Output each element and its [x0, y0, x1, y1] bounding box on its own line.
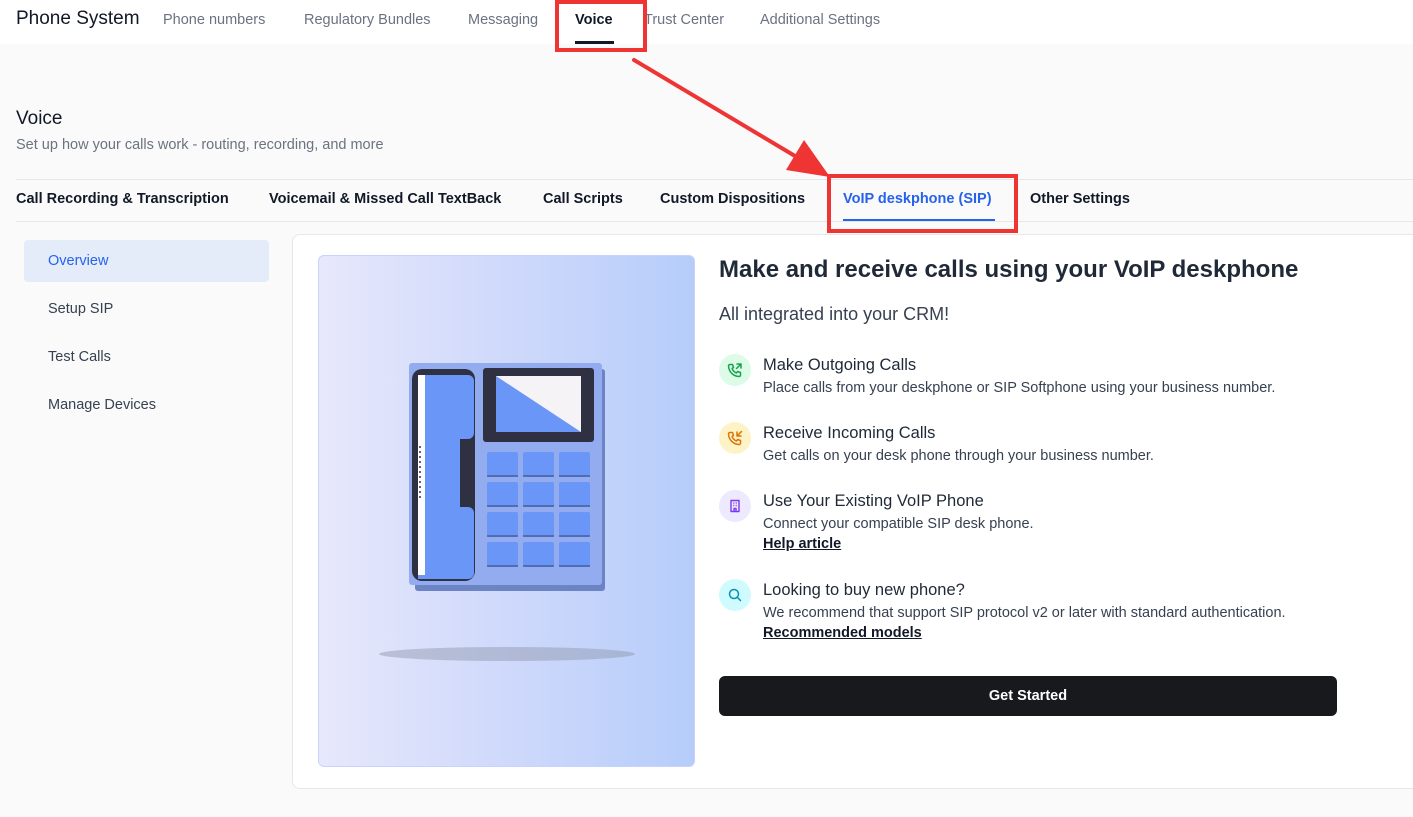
get-started-button[interactable]: Get Started [719, 676, 1337, 716]
phone-incoming-icon [719, 422, 751, 454]
divider [16, 221, 1413, 222]
deskphone-illustration [318, 255, 695, 767]
card-heading: Make and receive calls using your VoIP d… [719, 256, 1299, 283]
feature-description: Connect your compatible SIP desk phone. [763, 516, 1034, 532]
feature-description: Place calls from your deskphone or SIP S… [763, 380, 1276, 396]
tab-call-scripts[interactable]: Call Scripts [543, 191, 623, 207]
tab-call-recording[interactable]: Call Recording & Transcription [16, 191, 229, 207]
sidebar-item-label: Test Calls [48, 349, 111, 365]
feature-title: Use Your Existing VoIP Phone [763, 492, 984, 510]
sidebar-item-label: Manage Devices [48, 397, 156, 413]
topnav-trust-center[interactable]: Trust Center [644, 12, 724, 28]
sidebar-item-test-calls[interactable]: Test Calls [24, 336, 269, 378]
tab-other-settings[interactable]: Other Settings [1030, 191, 1130, 207]
topnav-additional-settings[interactable]: Additional Settings [760, 12, 880, 28]
card-subheading: All integrated into your CRM! [719, 304, 950, 324]
page-title: Voice [16, 108, 63, 129]
deskphone-icon [379, 363, 635, 661]
feature-description: Get calls on your desk phone through you… [763, 448, 1154, 464]
topnav-phone-numbers[interactable]: Phone numbers [163, 12, 265, 28]
top-navigation: Phone System Phone numbers Regulatory Bu… [0, 0, 1413, 44]
feature-title: Receive Incoming Calls [763, 424, 936, 442]
feature-title: Make Outgoing Calls [763, 356, 917, 374]
feature-title: Looking to buy new phone? [763, 581, 965, 599]
feature-description: We recommend that support SIP protocol v… [763, 605, 1286, 621]
tab-custom-dispositions[interactable]: Custom Dispositions [660, 191, 805, 207]
building-icon [719, 490, 751, 522]
active-tab-indicator [575, 41, 614, 44]
topnav-regulatory-bundles[interactable]: Regulatory Bundles [304, 12, 431, 28]
page-subtitle: Set up how your calls work - routing, re… [16, 137, 384, 153]
tab-voip-deskphone[interactable]: VoIP deskphone (SIP) [843, 191, 992, 207]
divider [16, 179, 1413, 180]
search-icon [719, 579, 751, 611]
help-article-link[interactable]: Help article [763, 536, 841, 552]
sidebar-item-label: Overview [48, 253, 109, 269]
sidebar-item-label: Setup SIP [48, 301, 114, 317]
sidebar-item-overview[interactable]: Overview [24, 240, 269, 282]
app-title: Phone System [16, 8, 140, 29]
recommended-models-link[interactable]: Recommended models [763, 625, 922, 641]
topnav-messaging[interactable]: Messaging [468, 12, 538, 28]
sidebar-item-setup-sip[interactable]: Setup SIP [24, 288, 269, 330]
tab-voicemail[interactable]: Voicemail & Missed Call TextBack [269, 191, 501, 207]
sidebar-item-manage-devices[interactable]: Manage Devices [24, 384, 269, 426]
topnav-voice[interactable]: Voice [575, 12, 613, 28]
phone-outgoing-icon [719, 354, 751, 386]
